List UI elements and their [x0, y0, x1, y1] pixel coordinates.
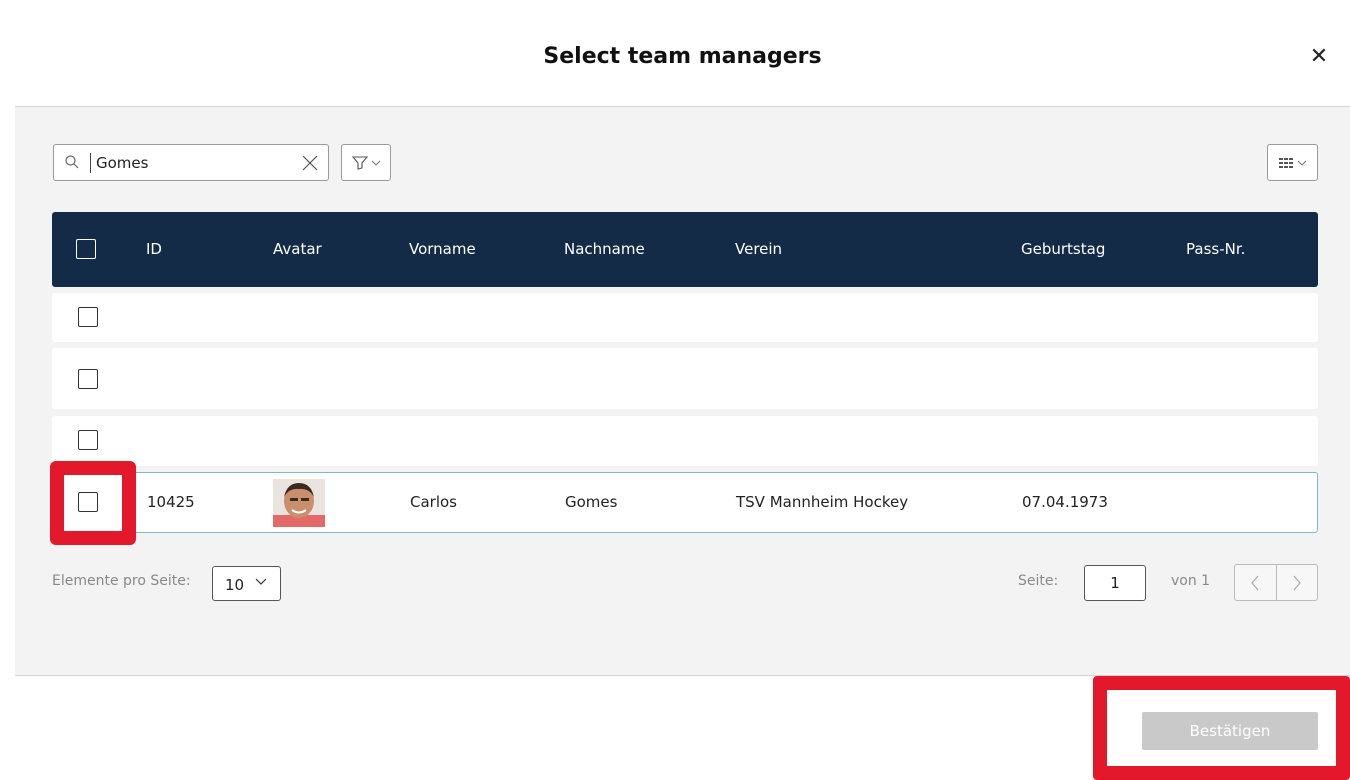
avatar-photo	[273, 479, 325, 527]
page-total: von 1	[1171, 573, 1211, 589]
row-checkbox[interactable]	[78, 307, 98, 327]
cell-id: 10425	[147, 493, 195, 511]
per-page-value: 10	[225, 576, 245, 594]
column-settings-button[interactable]	[1267, 144, 1318, 181]
dialog-title: Select team managers	[543, 44, 822, 69]
previous-page-button[interactable]	[1235, 565, 1276, 600]
page-label: Seite:	[1018, 573, 1059, 589]
table-row[interactable]	[52, 293, 1318, 342]
filter-button[interactable]	[341, 144, 391, 181]
table-row[interactable]	[52, 416, 1318, 466]
cell-vorname: Carlos	[410, 493, 457, 511]
avatar	[273, 479, 325, 527]
table-row[interactable]: 10425 Carlos Gomes TSV Mannheim Hockey 0…	[52, 472, 1318, 533]
select-all-checkbox[interactable]	[76, 239, 96, 259]
footer-separator	[15, 675, 1350, 676]
clear-search-icon[interactable]	[300, 153, 320, 173]
page-number-input[interactable]: 1	[1084, 565, 1146, 601]
filter-icon	[352, 156, 381, 170]
column-header-nachname[interactable]: Nachname	[564, 240, 645, 258]
modal-top-strip	[15, 0, 1350, 10]
next-page-button[interactable]	[1277, 565, 1318, 600]
cell-nachname: Gomes	[565, 493, 618, 511]
close-button[interactable]: ✕	[1306, 44, 1332, 70]
page-navigation	[1234, 564, 1318, 601]
close-icon: ✕	[1309, 44, 1329, 69]
search-icon	[65, 155, 79, 169]
per-page-label: Elemente pro Seite:	[52, 573, 191, 589]
per-page-select[interactable]: 10	[212, 566, 281, 601]
confirm-button[interactable]: Bestätigen	[1142, 712, 1318, 750]
column-header-verein[interactable]: Verein	[735, 240, 782, 258]
row-checkbox[interactable]	[78, 492, 98, 512]
search-input[interactable]	[96, 149, 286, 177]
column-header-avatar[interactable]: Avatar	[273, 240, 322, 258]
cell-verein: TSV Mannheim Hockey	[736, 493, 909, 511]
chevron-down-icon	[255, 578, 267, 585]
dialog-body: ID Avatar Vorname Nachname Verein Geburt…	[15, 107, 1350, 675]
row-checkbox[interactable]	[78, 369, 98, 389]
cell-geburtstag: 07.04.1973	[1022, 493, 1108, 511]
dialog-header: Select team managers ✕	[15, 10, 1350, 107]
table-row[interactable]	[52, 348, 1318, 409]
table-header: ID Avatar Vorname Nachname Verein Geburt…	[52, 212, 1318, 287]
chevron-left-icon	[1251, 575, 1259, 591]
search-box[interactable]	[53, 144, 329, 181]
column-header-id[interactable]: ID	[146, 240, 162, 258]
chevron-right-icon	[1293, 575, 1301, 591]
row-checkbox[interactable]	[78, 430, 98, 450]
grid-icon	[1279, 158, 1307, 168]
column-header-pass-nr[interactable]: Pass-Nr.	[1186, 240, 1245, 258]
search-separator	[90, 153, 91, 173]
column-header-vorname[interactable]: Vorname	[409, 240, 476, 258]
column-header-geburtstag[interactable]: Geburtstag	[1021, 240, 1105, 258]
